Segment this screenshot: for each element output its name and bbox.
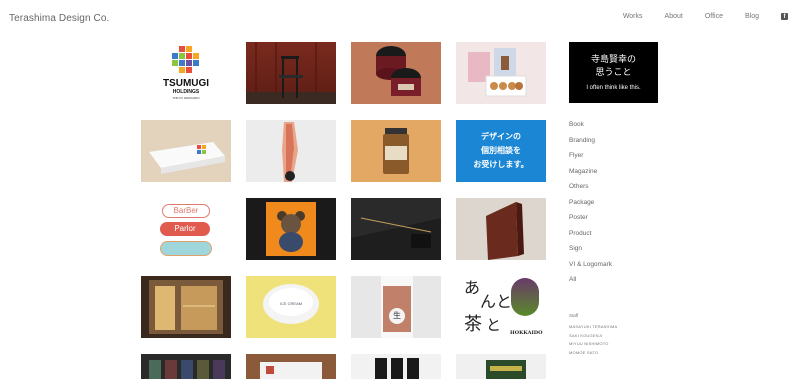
category-vi-logomark[interactable]: VI & Logomark (569, 261, 612, 277)
category-book[interactable]: Book (569, 121, 612, 137)
category-all[interactable]: All (569, 276, 612, 292)
staff-member[interactable]: MASAYUKI TERASHIMA (569, 323, 617, 332)
work-tea-cans[interactable] (141, 354, 231, 379)
staff-heading: Staff (569, 313, 579, 318)
work-bear-poster[interactable] (246, 198, 336, 260)
staff-member[interactable]: SAKI KOUGENJI (569, 332, 617, 341)
work-design-consultation[interactable]: デザインの 個別相談を お受けします。 (456, 120, 546, 182)
bear-photo (266, 202, 316, 256)
work-shop-interior[interactable] (141, 276, 231, 338)
cup-photo (263, 284, 319, 324)
work-nut-bag[interactable]: 生 (351, 276, 441, 338)
nav-about[interactable]: About (665, 13, 683, 20)
facebook-icon[interactable]: f (781, 13, 788, 20)
top-nav: Works About Office Blog f (601, 13, 788, 20)
sweets-photo (468, 48, 527, 97)
bag-photo (381, 276, 413, 338)
work-brown-package[interactable] (246, 354, 336, 379)
work-sweets-box[interactable] (456, 42, 546, 104)
work-ice-cream-cup[interactable]: ICE CREAM (246, 276, 336, 338)
nav-office[interactable]: Office (705, 13, 723, 20)
staff-member[interactable]: MIYUU NISHIMOTO (569, 340, 617, 349)
jars-photo (376, 46, 421, 96)
box-photo (149, 142, 225, 174)
site-logo[interactable]: Terashima Design Co. (9, 13, 109, 24)
work-red-jars[interactable] (351, 42, 441, 104)
category-branding[interactable]: Branding (569, 137, 612, 153)
work-wooden-chair[interactable] (246, 42, 336, 104)
salmon-photo (282, 122, 298, 182)
book-photo (486, 202, 524, 260)
honey-photo (383, 128, 409, 174)
work-salmon-package[interactable] (246, 120, 336, 182)
category-poster[interactable]: Poster (569, 214, 612, 230)
staff-list: Staff MASAYUKI TERASHIMA SAKI KOUGENJI M… (569, 313, 617, 357)
ant-tea-emblem (511, 278, 539, 316)
card-photo (351, 198, 441, 248)
category-magazine[interactable]: Magazine (569, 168, 612, 184)
category-sign[interactable]: Sign (569, 245, 612, 261)
work-barber-parlor[interactable]: BarBer Parlor (141, 198, 231, 260)
work-book-spine[interactable] (456, 198, 546, 260)
work-ant-tea[interactable]: あ ん と 茶 と HOKKAIDO (456, 276, 546, 338)
work-black-bottles[interactable] (351, 354, 441, 379)
work-tsumugi-holdings[interactable]: TSUMUGI HOLDINGS TOKYO HOKKAIDO (141, 42, 231, 104)
works-grid: TSUMUGI HOLDINGS TOKYO HOKKAIDO デザインの 個別… (141, 42, 546, 379)
work-white-box[interactable] (141, 120, 231, 182)
work-honey-jar[interactable] (351, 120, 441, 182)
feature-terashima-thoughts[interactable]: 寺島賢幸の 思うこと I often think like this. (569, 42, 658, 103)
category-list: Book Branding Flyer Magazine Others Pack… (569, 121, 612, 292)
tsumugi-wordmark: TSUMUGI (162, 78, 210, 89)
chair-photo (246, 42, 336, 104)
nav-works[interactable]: Works (623, 13, 643, 20)
category-package[interactable]: Package (569, 199, 612, 215)
category-flyer[interactable]: Flyer (569, 152, 612, 168)
barber-tag-sign (160, 241, 212, 256)
work-green-box[interactable] (456, 354, 546, 379)
category-others[interactable]: Others (569, 183, 612, 199)
work-black-card[interactable] (351, 198, 441, 260)
nav-blog[interactable]: Blog (745, 13, 759, 20)
interior-photo (149, 280, 223, 334)
staff-member[interactable]: MOMOE SATO (569, 349, 617, 358)
category-product[interactable]: Product (569, 230, 612, 246)
